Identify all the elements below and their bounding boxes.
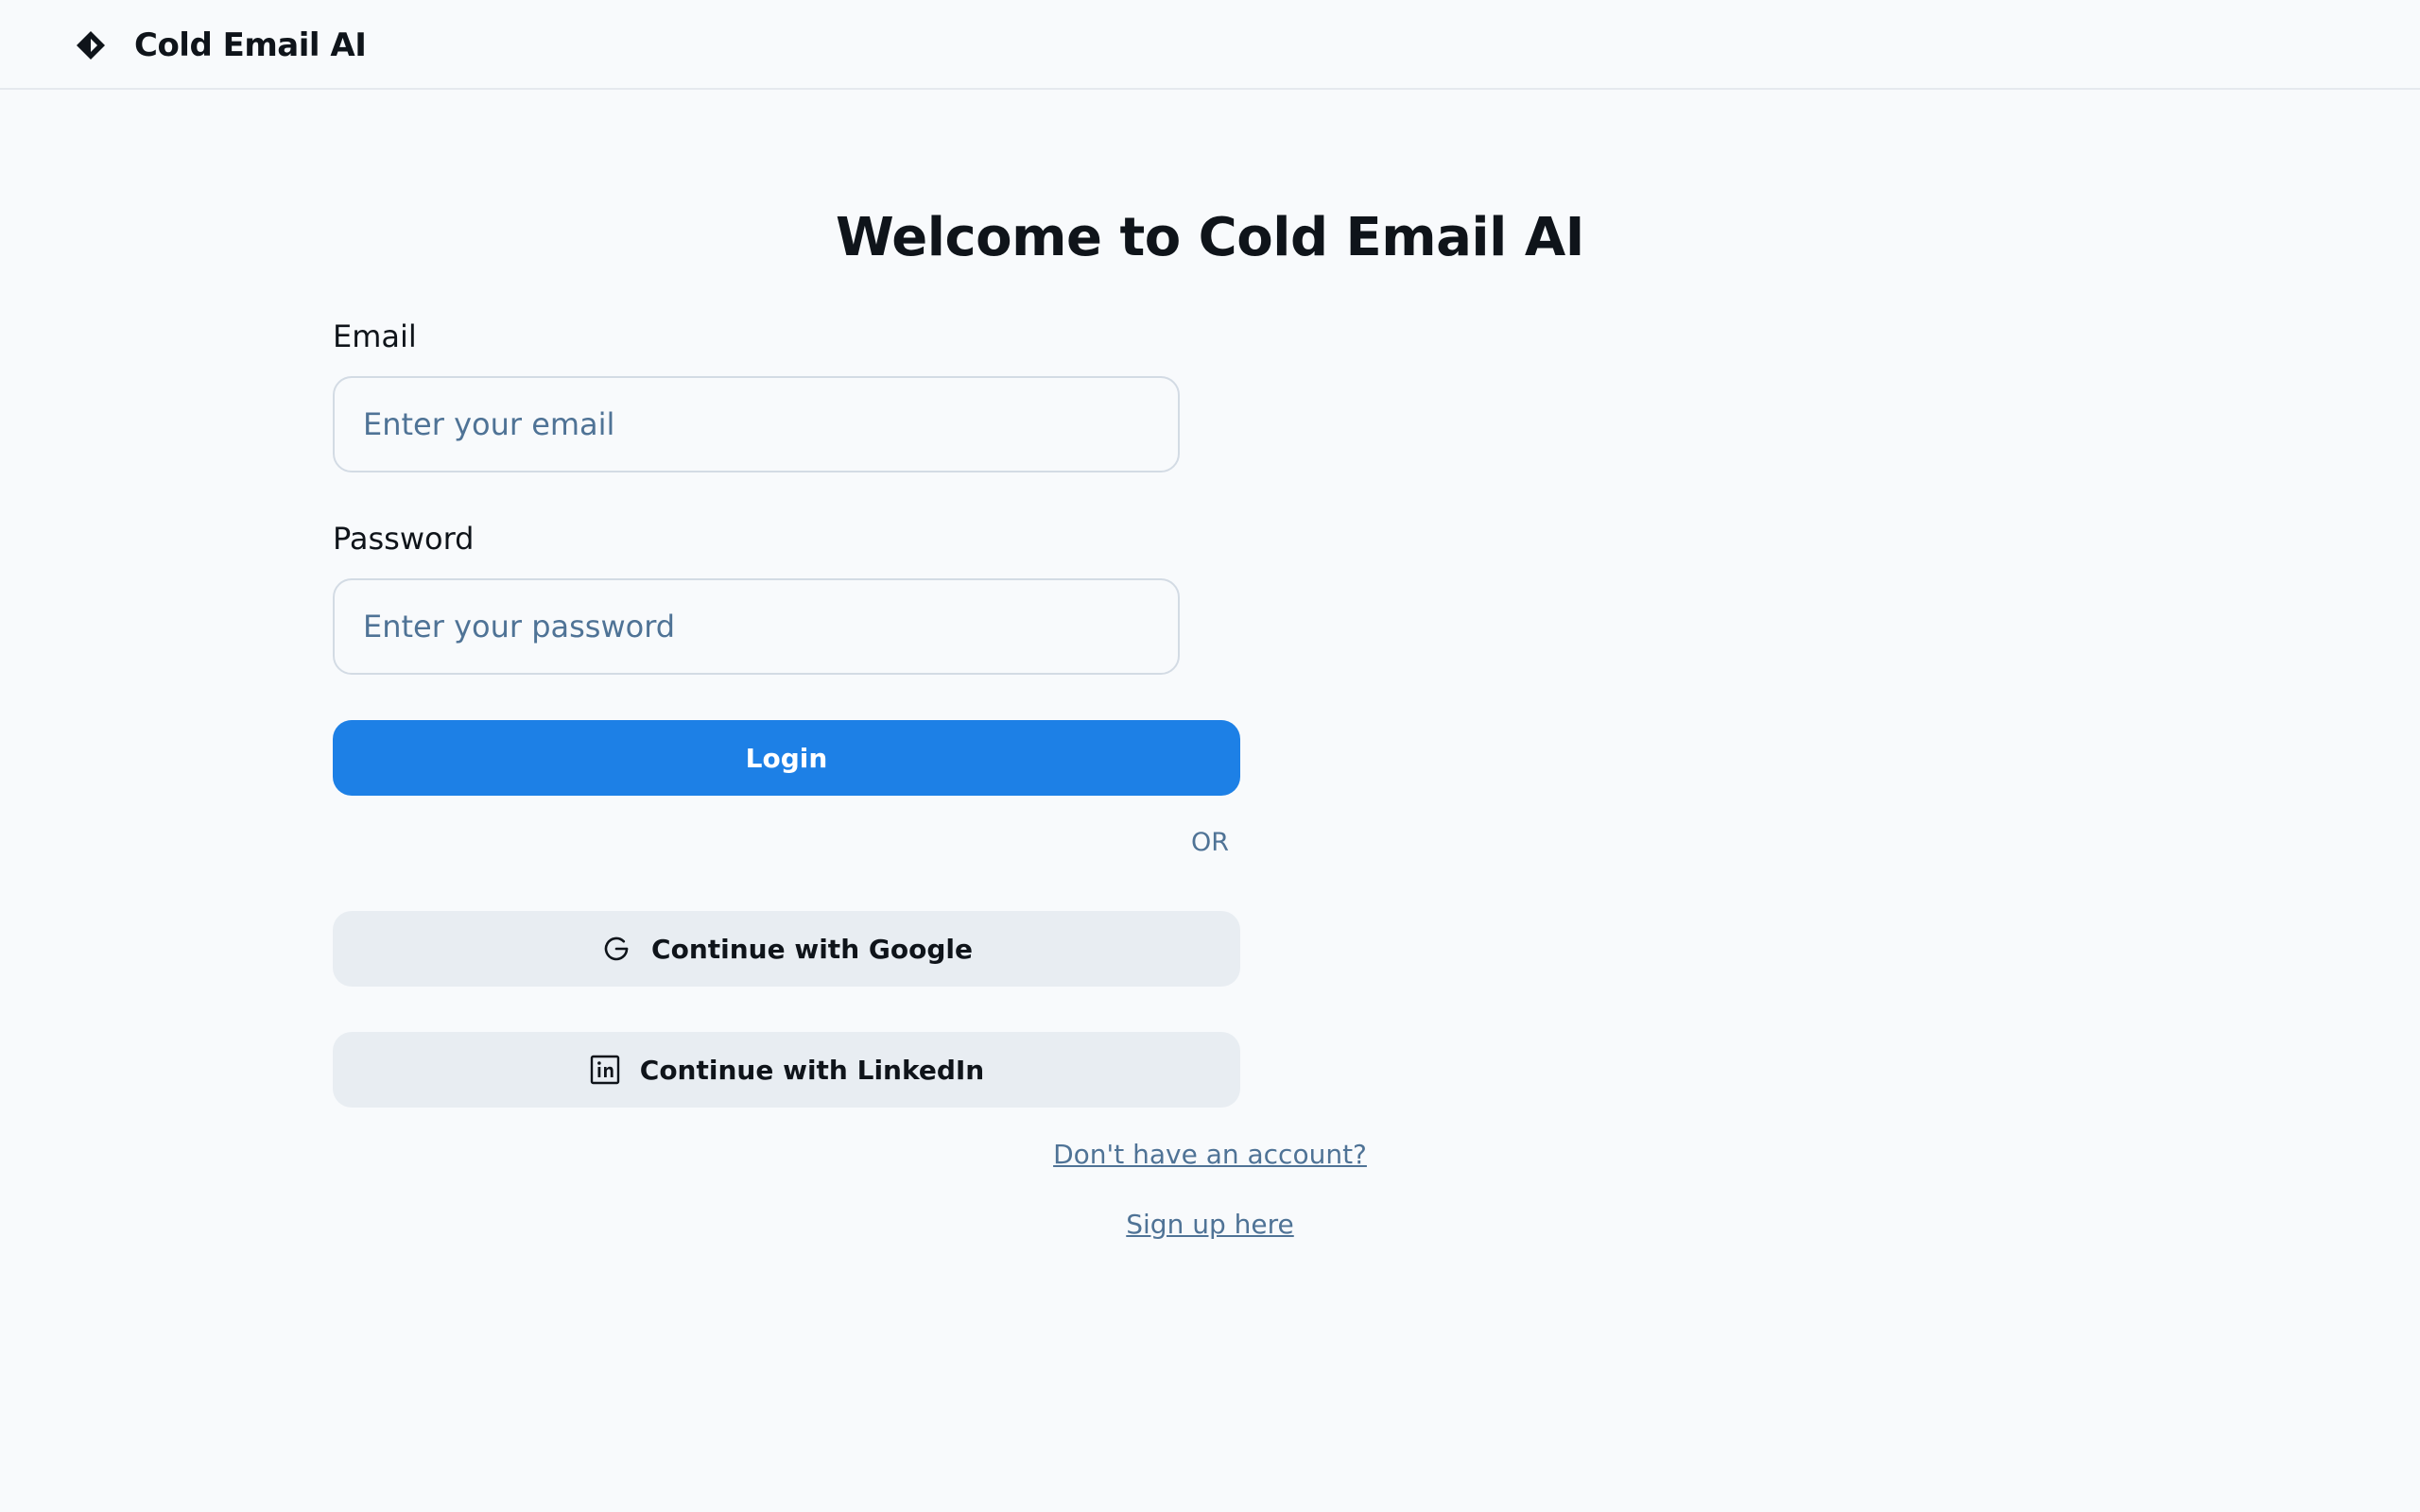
linkedin-icon (589, 1054, 621, 1086)
email-label: Email (333, 318, 417, 354)
brand[interactable]: Cold Email AI (76, 0, 367, 90)
continue-with-linkedin-button[interactable]: Continue with LinkedIn (333, 1032, 1240, 1108)
password-input[interactable] (333, 578, 1180, 675)
password-label: Password (333, 521, 475, 557)
continue-with-google-button[interactable]: Continue with Google (333, 911, 1240, 987)
linkedin-button-label: Continue with LinkedIn (639, 1054, 985, 1086)
app-name: Cold Email AI (134, 26, 367, 64)
signup-link[interactable]: Sign up here (1126, 1209, 1294, 1240)
diamond-logo-icon (76, 30, 106, 60)
no-account-link[interactable]: Don't have an account? (1053, 1139, 1367, 1170)
google-button-label: Continue with Google (651, 933, 973, 965)
page-title: Welcome to Cold Email AI (836, 207, 1585, 268)
signup-container: Sign up here (0, 1208, 2420, 1242)
email-input[interactable] (333, 376, 1180, 472)
google-icon (600, 933, 632, 965)
no-account-container: Don't have an account? (0, 1138, 2420, 1172)
login-button[interactable]: Login (333, 720, 1240, 796)
or-divider: OR (1190, 828, 1229, 857)
top-navigation-bar: Cold Email AI (0, 0, 2420, 90)
